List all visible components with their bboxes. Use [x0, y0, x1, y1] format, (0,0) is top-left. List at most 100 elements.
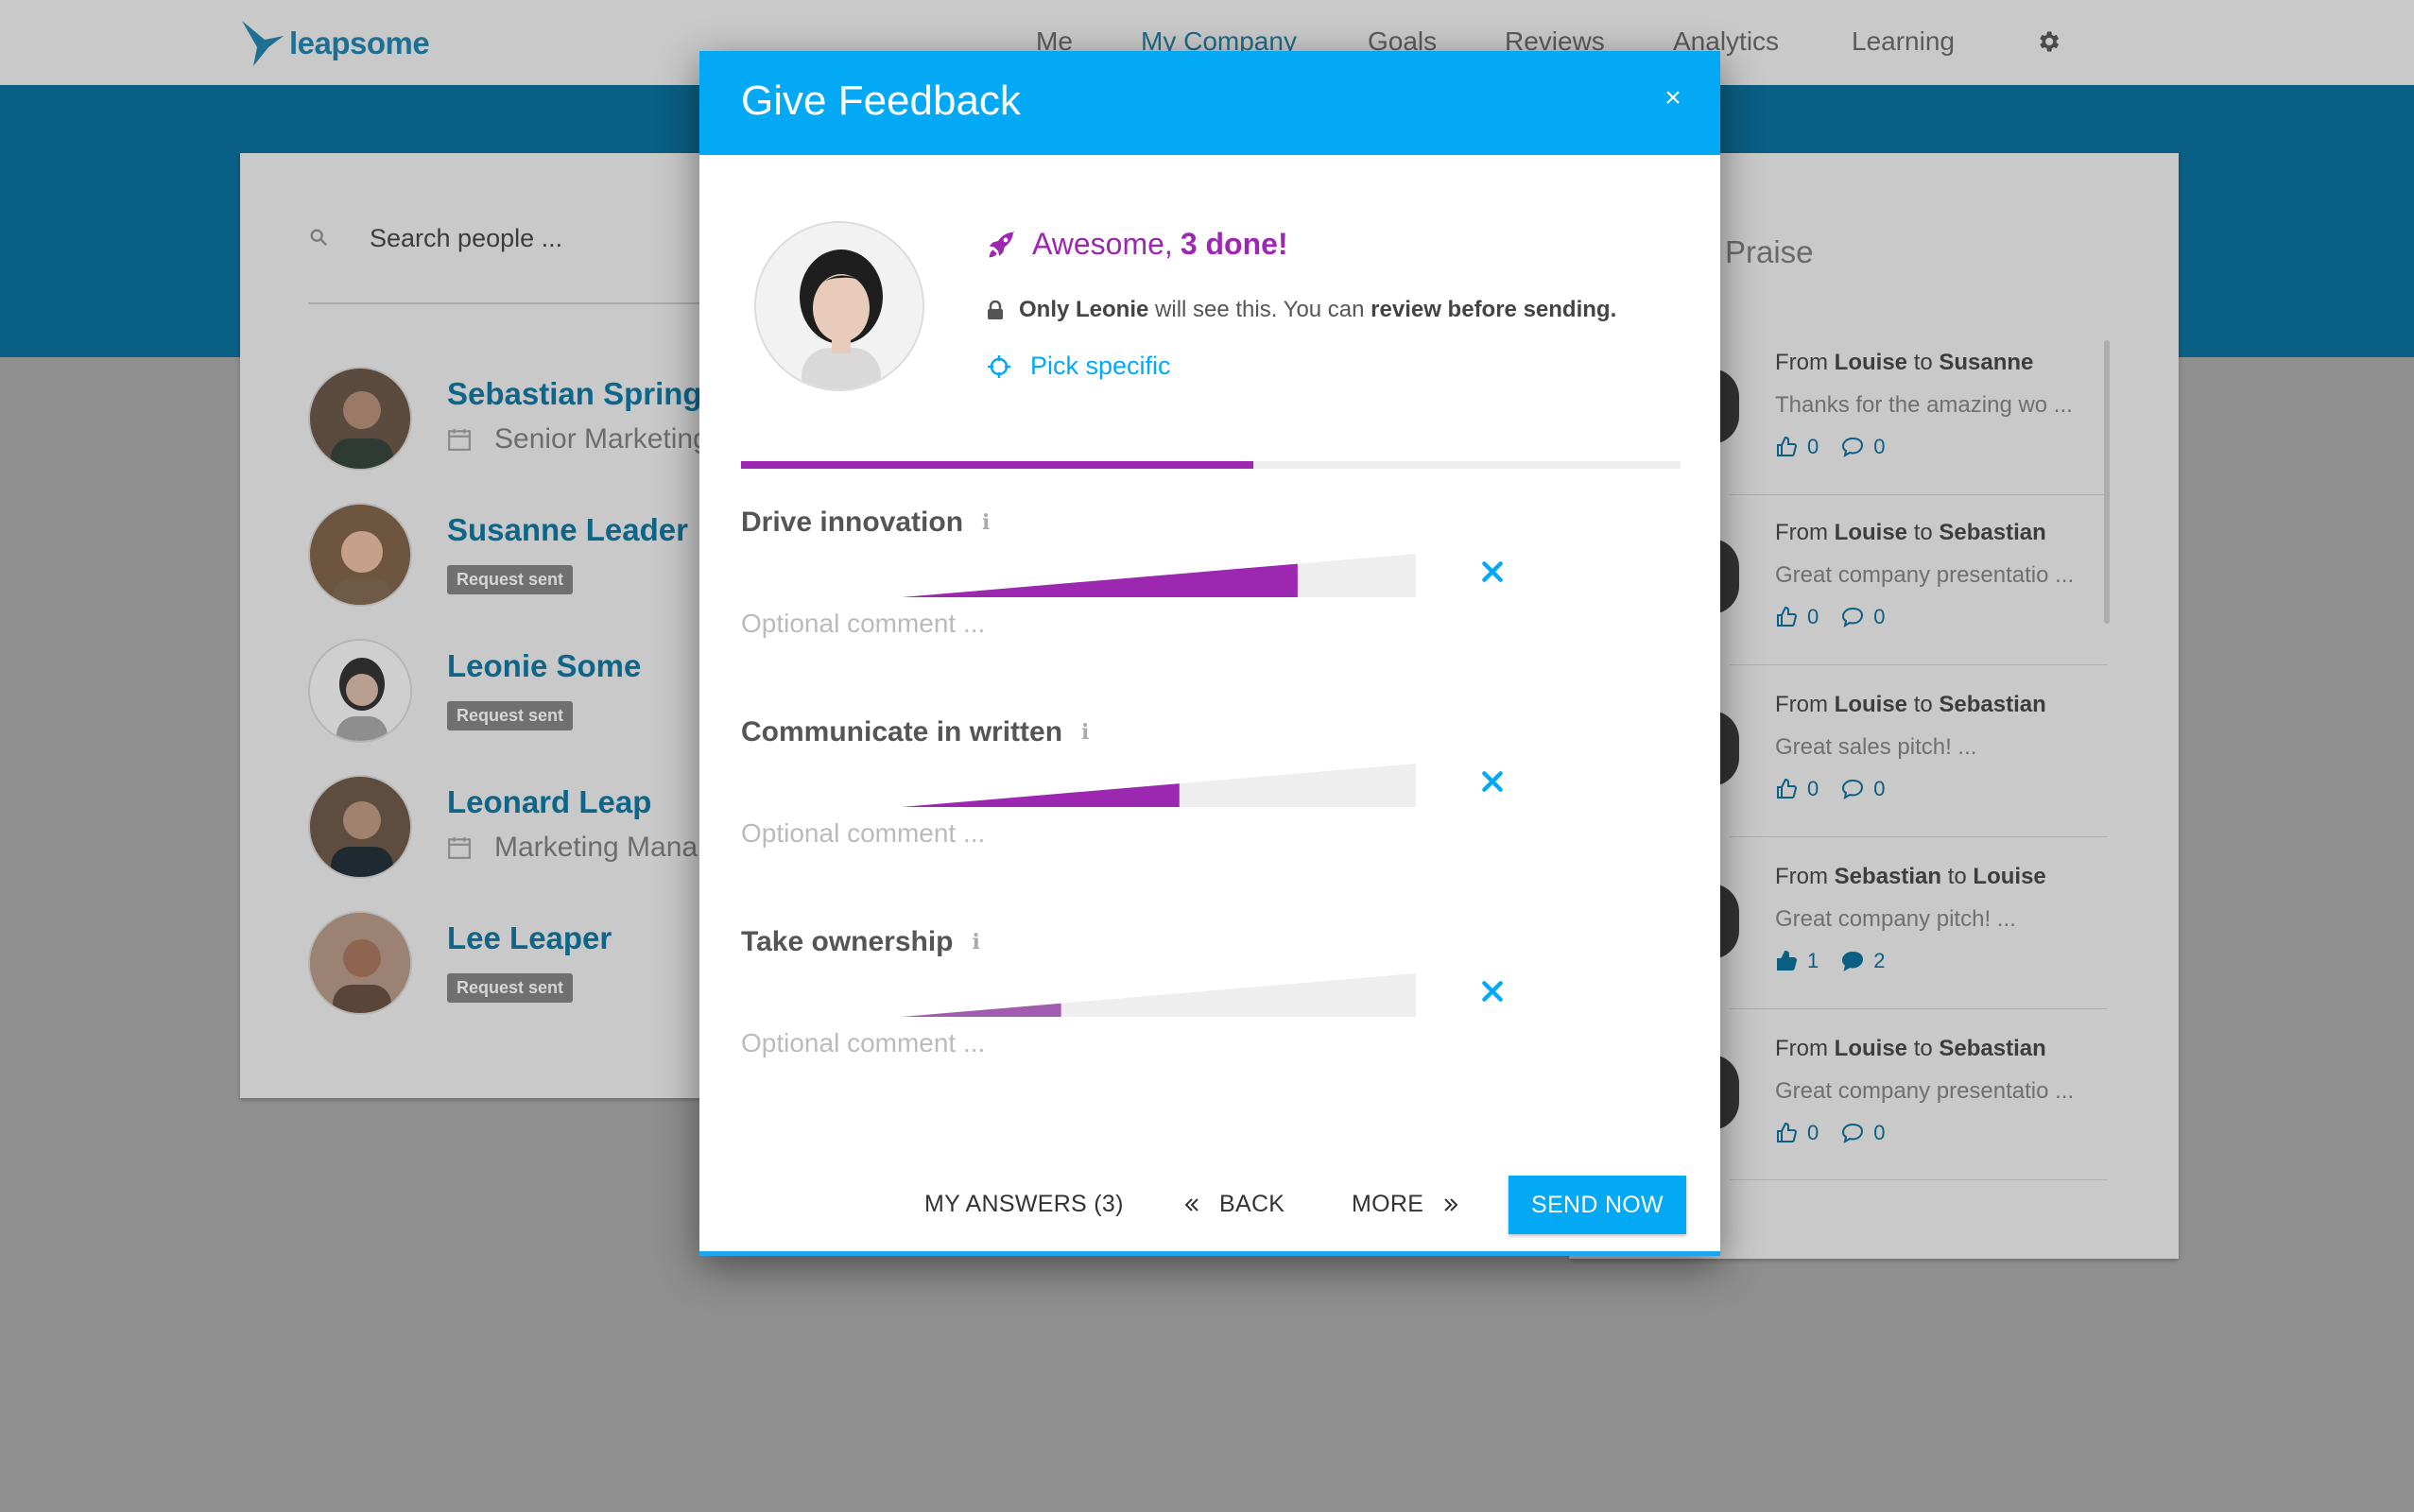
clear-rating-icon[interactable]: [1480, 559, 1505, 584]
praise-item[interactable]: From Louise to Sebastian Great company p…: [1775, 520, 2096, 680]
comment-input[interactable]: [741, 818, 1403, 849]
praise-title: Praise: [1725, 234, 1814, 269]
back-button[interactable]: BACK: [1183, 1191, 1285, 1218]
close-icon[interactable]: ×: [1654, 79, 1692, 117]
slider-fill: [902, 563, 1298, 597]
praise-item[interactable]: From Sebastian to Louise Great company p…: [1775, 864, 2096, 1024]
divider: [1730, 1008, 2108, 1009]
person-row[interactable]: Sebastian Springer Senior Marketing: [308, 367, 733, 471]
rating-slider[interactable]: [902, 760, 1416, 807]
divider: [1730, 494, 2108, 495]
comment-icon[interactable]: [1841, 778, 1864, 800]
modal-footer: MY ANSWERS (3) BACK MORE SEND NOW: [699, 1176, 1720, 1242]
send-now-button[interactable]: SEND NOW: [1509, 1176, 1686, 1234]
recipient-avatar: [754, 221, 924, 391]
info-icon[interactable]: i: [982, 510, 990, 535]
avatar: [308, 367, 412, 471]
thumbs-up-icon[interactable]: [1775, 1122, 1798, 1144]
praise-header: From Louise to Sebastian: [1775, 1036, 2046, 1061]
praise-header: From Louise to Sebastian: [1775, 692, 2046, 717]
praise-meta: 0 0: [1775, 777, 1908, 801]
slider-track[interactable]: [902, 973, 1416, 1017]
person-name[interactable]: Susanne Leader: [447, 512, 688, 548]
search-underline: [308, 302, 705, 304]
pick-specific-link[interactable]: Pick specific: [987, 352, 1171, 381]
comment-icon[interactable]: [1841, 1122, 1864, 1144]
question-take-ownership: Take ownership i: [741, 926, 1681, 1115]
comment-icon[interactable]: [1841, 436, 1864, 458]
gear-icon[interactable]: [2035, 28, 2061, 55]
search-input[interactable]: Search people ...: [370, 224, 562, 253]
person-row[interactable]: Leonard Leap Marketing Mana: [308, 775, 733, 879]
thumbs-up-icon[interactable]: [1775, 778, 1798, 800]
modal-title: Give Feedback: [741, 77, 1021, 124]
praise-text: Great sales pitch! ...: [1775, 734, 1977, 760]
comment-icon[interactable]: [1841, 606, 1864, 628]
more-button[interactable]: MORE: [1352, 1191, 1459, 1218]
rating-slider[interactable]: [902, 550, 1416, 597]
comment-icon[interactable]: [1841, 950, 1864, 972]
divider: [1730, 1179, 2108, 1180]
person-name[interactable]: Lee Leaper: [447, 920, 612, 956]
praise-scrollbar[interactable]: [2104, 340, 2110, 624]
praise-text: Thanks for the amazing wo ...: [1775, 392, 2073, 418]
avatar: [308, 639, 412, 743]
slider-fill: [902, 783, 1180, 807]
divider: [1730, 664, 2108, 665]
praise-item[interactable]: From Louise to Sebastian Great sales pit…: [1775, 692, 2096, 852]
bird-logo-icon: [242, 21, 284, 66]
praise-text: Great company presentatio ...: [1775, 1078, 2075, 1104]
status-badge: Request sent: [447, 565, 574, 594]
person-row[interactable]: Lee Leaper Request sent: [308, 911, 733, 1015]
slider-fill: [902, 1003, 1061, 1017]
rocket-icon: [989, 230, 1015, 257]
question-title: Drive innovation i: [741, 507, 991, 538]
praise-text: Great company pitch! ...: [1775, 906, 2016, 932]
rating-slider[interactable]: [902, 970, 1416, 1017]
praise-item[interactable]: From Louise to Susanne Thanks for the am…: [1775, 350, 2096, 510]
person-row[interactable]: Susanne Leader Request sent: [308, 503, 733, 607]
praise-meta: 0 0: [1775, 1121, 1908, 1145]
info-icon[interactable]: i: [1081, 720, 1089, 745]
clear-rating-icon[interactable]: [1480, 979, 1505, 1004]
question-drive-innovation: Drive innovation i: [741, 507, 1681, 696]
praise-meta: 0 0: [1775, 435, 1908, 459]
thumbs-up-icon[interactable]: [1775, 436, 1798, 458]
divider: [1730, 836, 2108, 837]
praise-item[interactable]: From Louise to Sebastian Great company p…: [1775, 1036, 2096, 1196]
comment-input[interactable]: [741, 1028, 1403, 1058]
person-name[interactable]: Leonie Some: [447, 648, 641, 684]
nav-learning[interactable]: Learning: [1852, 26, 1955, 57]
leapsome-logo[interactable]: leapsome: [240, 17, 430, 70]
give-feedback-modal: Give Feedback × Awesome, 3 done! Only Leo…: [699, 51, 1720, 1256]
double-chevron-right-icon: [1444, 1197, 1458, 1211]
person-role: Senior Marketing: [447, 423, 709, 455]
status-badge: Request sent: [447, 973, 574, 1003]
thumbs-up-icon[interactable]: [1775, 606, 1798, 628]
calendar-icon: [448, 837, 471, 859]
person-name[interactable]: Sebastian Springer: [447, 376, 732, 412]
question-title: Communicate in written i: [741, 716, 1090, 747]
person-row[interactable]: Leonie Some Request sent: [308, 639, 733, 743]
privacy-note: Only Leonie will see this. You can revie…: [987, 297, 1616, 323]
avatar: [308, 775, 412, 879]
lock-icon: [988, 301, 1003, 319]
search-icon: [310, 229, 328, 247]
crosshair-icon: [988, 354, 1010, 378]
comment-input[interactable]: [741, 609, 1403, 639]
logo-text: leapsome: [289, 26, 430, 60]
status-badge: Request sent: [447, 701, 574, 730]
double-chevron-left-icon: [1184, 1197, 1198, 1211]
my-answers-button[interactable]: MY ANSWERS (3): [924, 1191, 1124, 1218]
question-title: Take ownership i: [741, 926, 980, 957]
calendar-icon: [448, 429, 471, 451]
thumbs-up-icon[interactable]: [1775, 950, 1798, 972]
person-role: Marketing Mana: [447, 832, 698, 864]
progress-fill: [741, 461, 1253, 469]
praise-meta: 1 2: [1775, 949, 1908, 973]
person-name[interactable]: Leonard Leap: [447, 784, 651, 820]
clear-rating-icon[interactable]: [1480, 769, 1505, 794]
info-icon[interactable]: i: [973, 930, 980, 954]
avatar: [308, 911, 412, 1015]
praise-header: From Louise to Susanne: [1775, 350, 2034, 375]
